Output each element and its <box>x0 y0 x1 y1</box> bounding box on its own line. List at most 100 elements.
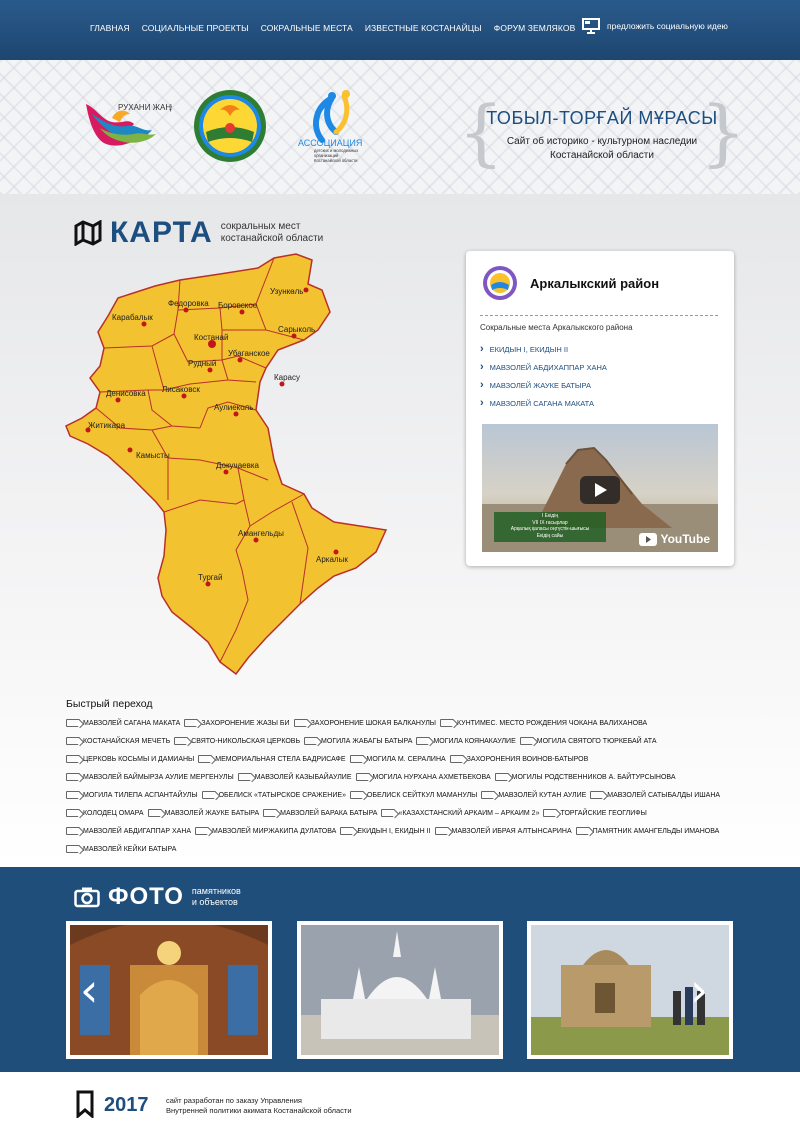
quick-nav-link[interactable]: МОГИЛА ТИЛЕПА АСПАНТАЙУЛЫ <box>66 788 198 802</box>
youtube-play-icon <box>639 532 658 546</box>
quick-nav-link[interactable]: МОГИЛА ЖАБАГЫ БАТЫРА <box>304 734 412 748</box>
association-logo[interactable]: АССОЦИАЦИЯ детских и молодежных организа… <box>292 88 382 166</box>
quick-nav-link[interactable]: МАВЗОЛЕЙ КАЗЫБАЙАУЛИЕ <box>237 770 352 784</box>
quick-nav-link[interactable]: ЦЕРКОВЬ КОСЬМЫ И ДАМИАНЫ <box>66 752 194 766</box>
footer-text: сайт разработан по заказу Управления Внут… <box>166 1096 352 1116</box>
left-brace: { <box>458 90 504 174</box>
quick-nav-link-label: КУНТИМЕС. МЕСТО РОЖДЕНИЯ ЧОКАНА ВАЛИХАНО… <box>457 719 648 727</box>
tag-arrow-icon <box>66 809 80 817</box>
tag-arrow-icon <box>195 827 210 835</box>
label-borovskoe: Боровское <box>218 301 258 310</box>
map-heading: КАРТА сокральных мест костанайской област… <box>74 216 323 250</box>
label-kostanay: Костанай <box>194 333 228 342</box>
tag-arrow-icon <box>66 827 80 835</box>
quick-nav-link[interactable]: ЗАХОРОНЕНИЕ ЖАЗЫ БИ <box>184 716 290 730</box>
quick-nav-link[interactable]: «КАЗАХСТАНСКИЙ АРКАИМ – АРКАИМ 2» <box>381 806 539 820</box>
photo-mosque[interactable] <box>297 921 503 1059</box>
right-brace: } <box>700 90 746 174</box>
main-nav: ГЛАВНАЯ СОЦИАЛЬНЫЕ ПРОЕКТЫ СОКРАЛЬНЫЕ МЕ… <box>90 23 575 33</box>
quick-nav-link[interactable]: КОЛОДЕЦ ОМАРА <box>66 806 144 820</box>
church-interior-image <box>70 925 268 1055</box>
photo-subtitle: памятников и объектов <box>192 886 241 908</box>
oblast-map[interactable]: Карабалык Федоровка Боровское Узункөль С… <box>60 250 400 680</box>
quick-nav-link[interactable]: ТОРГАЙСКИЕ ГЕОГЛИФЫ <box>543 806 647 820</box>
quick-nav-link[interactable]: МАВЗОЛЕЙ ИБРАЯ АЛТЫНСАРИНА <box>434 824 572 838</box>
map-subtitle: сокральных мест костанайской области <box>221 221 324 245</box>
quick-nav-link[interactable]: МАВЗОЛЕЙ ЖАУКЕ БАТЫРА <box>147 806 259 820</box>
association-title: АССОЦИАЦИЯ <box>298 138 362 148</box>
label-kamysty: Камысты <box>136 451 170 460</box>
nav-forum[interactable]: ФОРУМ ЗЕМЛЯКОВ <box>494 23 576 33</box>
ruhani-zhangyru-logo[interactable]: РУХАНИ ЖАҢҒЫРУ <box>82 94 172 150</box>
quick-nav-link[interactable]: ПАМЯТНИК АМАНГЕЛЬДЫ ИМАНОВА <box>575 824 719 838</box>
quick-nav-link[interactable]: МОГИЛА КОЯНАКАУЛИЕ <box>416 734 516 748</box>
tag-arrow-icon <box>349 791 364 799</box>
video-player[interactable]: I Екідің VII IX ғасырлар Арқалық қаласы … <box>482 424 718 552</box>
quick-nav-link[interactable]: МАВЗОЛЕЙ АБДИГАППАР ХАНА <box>66 824 191 838</box>
site-desc-line2: Костанайской области <box>550 150 654 161</box>
quick-nav-link[interactable]: ОБЕЛИСК СЕЙТКУЛ МАМАНУЛЫ <box>349 788 477 802</box>
quick-nav-link[interactable]: МАВЗОЛЕЙ КУТАН АУЛИЕ <box>481 788 586 802</box>
quick-nav-link-label: МАВЗОЛЕЙ КАЗЫБАЙАУЛИЕ <box>254 773 352 781</box>
tag-arrow-icon <box>440 719 454 727</box>
quick-nav-link[interactable]: КОСТАНАЙСКАЯ МЕЧЕТЬ <box>66 734 170 748</box>
quick-nav-link[interactable]: ЕКИДЫН I, ЕКИДЫН II <box>340 824 431 838</box>
oblast-emblem-logo[interactable] <box>192 88 268 164</box>
header-banner: РУХАНИ ЖАҢҒЫРУ АССОЦИАЦИЯ детских и моло… <box>0 60 800 194</box>
tag-arrow-icon <box>66 791 80 799</box>
quick-nav-link-label: МАВЗОЛЕЙ САТЫБАЛДЫ ИШАНА <box>607 791 721 799</box>
nav-famous-people[interactable]: ИЗВЕСТНЫЕ КОСТАНАЙЦЫ <box>365 23 482 33</box>
youtube-logo[interactable]: YouTube <box>639 532 710 546</box>
quick-nav-link[interactable]: ОБЕЛИСК «ТАТЫРСКОЕ СРАЖЕНИЕ» <box>201 788 346 802</box>
quick-nav-link[interactable]: МАВЗОЛЕЙ КЕЙКИ БАТЫРА <box>66 842 176 856</box>
nav-sacred-places[interactable]: СОКРАЛЬНЫЕ МЕСТА <box>261 23 353 33</box>
suggest-idea-link[interactable]: предложить социальную идею <box>582 18 728 34</box>
label-auliekol: Аулиеколь <box>214 403 253 412</box>
quick-nav-link-label: МОГИЛА НУРХАНА АХМЕТБЕКОВА <box>372 773 491 781</box>
bookmark-icon <box>76 1090 94 1118</box>
footer-year: 2017 <box>104 1094 149 1116</box>
panel-link-ekidyn[interactable]: ЕКИДЫН I, ЕКИДЫН II <box>480 340 607 358</box>
tag-arrow-icon <box>66 719 80 727</box>
quick-nav-link-label: МОГИЛА М. СЕРАЛИНА <box>366 755 446 763</box>
quick-nav-link-label: МАВЗОЛЕЙ КУТАН АУЛИЕ <box>498 791 587 799</box>
panel-link-sagan[interactable]: МАВЗОЛЕЙ САГАНА МАКАТА <box>480 394 607 412</box>
quick-nav-link[interactable]: МОГИЛЫ РОДСТВЕННИКОВ А. БАЙТУРСЫНОВА <box>494 770 676 784</box>
tag-arrow-icon <box>263 809 278 817</box>
carousel-prev-button[interactable]: ‹ <box>80 967 98 1013</box>
panel-links: ЕКИДЫН I, ЕКИДЫН II МАВЗОЛЕЙ АБДИХАППАР … <box>480 340 607 412</box>
tag-arrow-icon <box>590 791 605 799</box>
quick-nav-link[interactable]: СВЯТО-НИКОЛЬСКАЯ ЦЕРКОВЬ <box>174 734 300 748</box>
ruhani-text: РУХАНИ ЖАҢҒЫРУ <box>118 103 172 112</box>
nav-home[interactable]: ГЛАВНАЯ <box>90 23 130 33</box>
camera-icon <box>74 887 100 908</box>
quick-nav-link[interactable]: МАВЗОЛЕЙ МИРЖАКИПА ДУЛАТОВА <box>195 824 336 838</box>
tag-arrow-icon <box>184 719 199 727</box>
panel-link-zhauke[interactable]: МАВЗОЛЕЙ ЖАУКЕ БАТЫРА <box>480 376 607 394</box>
label-uzunkol: Узункөль <box>270 287 303 296</box>
quick-nav-link[interactable]: МАВЗОЛЕЙ САТЫБАЛДЫ ИШАНА <box>590 788 720 802</box>
tag-arrow-icon <box>198 755 213 763</box>
carousel-next-button[interactable]: › <box>690 967 708 1013</box>
label-zhitikara: Житикара <box>88 421 126 430</box>
quick-nav-link[interactable]: МОГИЛА НУРХАНА АХМЕТБЕКОВА <box>355 770 491 784</box>
quick-nav-link[interactable]: ЗАХОРОНЕНИЕ ШОКАЯ БАЛКАНУЛЫ <box>293 716 436 730</box>
quick-nav-link[interactable]: МОГИЛА М. СЕРАЛИНА <box>349 752 446 766</box>
quick-nav-link[interactable]: МЕМОРИАЛЬНАЯ СТЕЛА БАДРИСАФЕ <box>198 752 346 766</box>
label-lisakovsk: Лисаковск <box>162 385 200 394</box>
panel-link-abdihappar[interactable]: МАВЗОЛЕЙ АБДИХАППАР ХАНА <box>480 358 607 376</box>
tag-arrow-icon <box>449 755 464 763</box>
quick-nav-link-label: МАВЗОЛЕЙ БАЙМЫРЗА АУЛИЕ МЕРГЕНУЛЫ <box>83 773 234 781</box>
association-sub: детских и молодежных организаций Костана… <box>314 148 360 163</box>
tag-arrow-icon <box>494 773 509 781</box>
nav-social-projects[interactable]: СОЦИАЛЬНЫЕ ПРОЕКТЫ <box>142 23 249 33</box>
video-caption: I Екідің VII IX ғасырлар Арқалық қаласы … <box>496 513 604 539</box>
quick-nav-link[interactable]: КУНТИМЕС. МЕСТО РОЖДЕНИЯ ЧОКАНА ВАЛИХАНО… <box>440 716 647 730</box>
quick-nav-link[interactable]: ЗАХОРОНЕНИЯ ВОИНОВ-БАТЫРОВ <box>449 752 588 766</box>
quick-nav-link[interactable]: МАВЗОЛЕЙ БАРАКА БАТЫРА <box>263 806 377 820</box>
quick-nav-link[interactable]: МОГИЛА СВЯТОГО ТЮРКЕБАЙ АТА <box>519 734 657 748</box>
label-rudny: Рудный <box>188 359 216 368</box>
quick-nav-link[interactable]: МАВЗОЛЕЙ БАЙМЫРЗА АУЛИЕ МЕРГЕНУЛЫ <box>66 770 234 784</box>
quick-nav-link[interactable]: МАВЗОЛЕЙ САГАНА МАКАТА <box>66 716 180 730</box>
quick-nav-link-label: МОГИЛЫ РОДСТВЕННИКОВ А. БАЙТУРСЫНОВА <box>511 773 676 781</box>
